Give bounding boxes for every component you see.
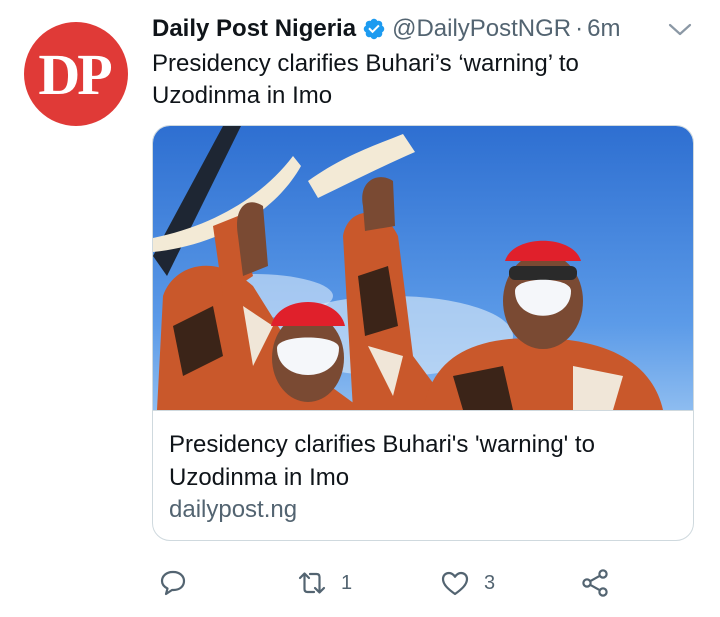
card-image bbox=[153, 126, 693, 410]
separator-dot: · bbox=[575, 15, 584, 42]
tweet-header: Daily Post Nigeria @DailyPostNGR · 6m bbox=[152, 12, 620, 46]
chevron-down-icon[interactable] bbox=[666, 18, 694, 42]
reply-button[interactable] bbox=[158, 566, 188, 600]
like-count: 3 bbox=[484, 571, 496, 594]
card-domain: dailypost.ng bbox=[169, 496, 298, 523]
reply-icon bbox=[160, 570, 186, 596]
share-button[interactable] bbox=[580, 566, 610, 600]
retweet-icon bbox=[298, 572, 326, 594]
verified-badge-icon bbox=[363, 18, 385, 40]
card-divider bbox=[153, 410, 693, 411]
link-card[interactable]: Presidency clarifies Buhari's 'warning' … bbox=[152, 125, 694, 541]
card-title: Presidency clarifies Buhari's 'warning' … bbox=[169, 431, 595, 491]
avatar-logo-text: DP bbox=[38, 41, 112, 107]
retweet-count: 1 bbox=[341, 571, 353, 594]
share-icon bbox=[582, 569, 608, 597]
display-name[interactable]: Daily Post Nigeria bbox=[152, 15, 356, 43]
retweet-button[interactable]: 1 bbox=[297, 566, 352, 600]
like-button[interactable]: 3 bbox=[440, 566, 495, 600]
timestamp[interactable]: 6m bbox=[587, 15, 620, 43]
tweet-text: Presidency clarifies Buhari’s ‘warning’ … bbox=[152, 50, 579, 109]
handle[interactable]: @DailyPostNGR bbox=[392, 15, 571, 43]
avatar[interactable]: DP bbox=[24, 22, 128, 126]
heart-icon bbox=[441, 571, 469, 596]
